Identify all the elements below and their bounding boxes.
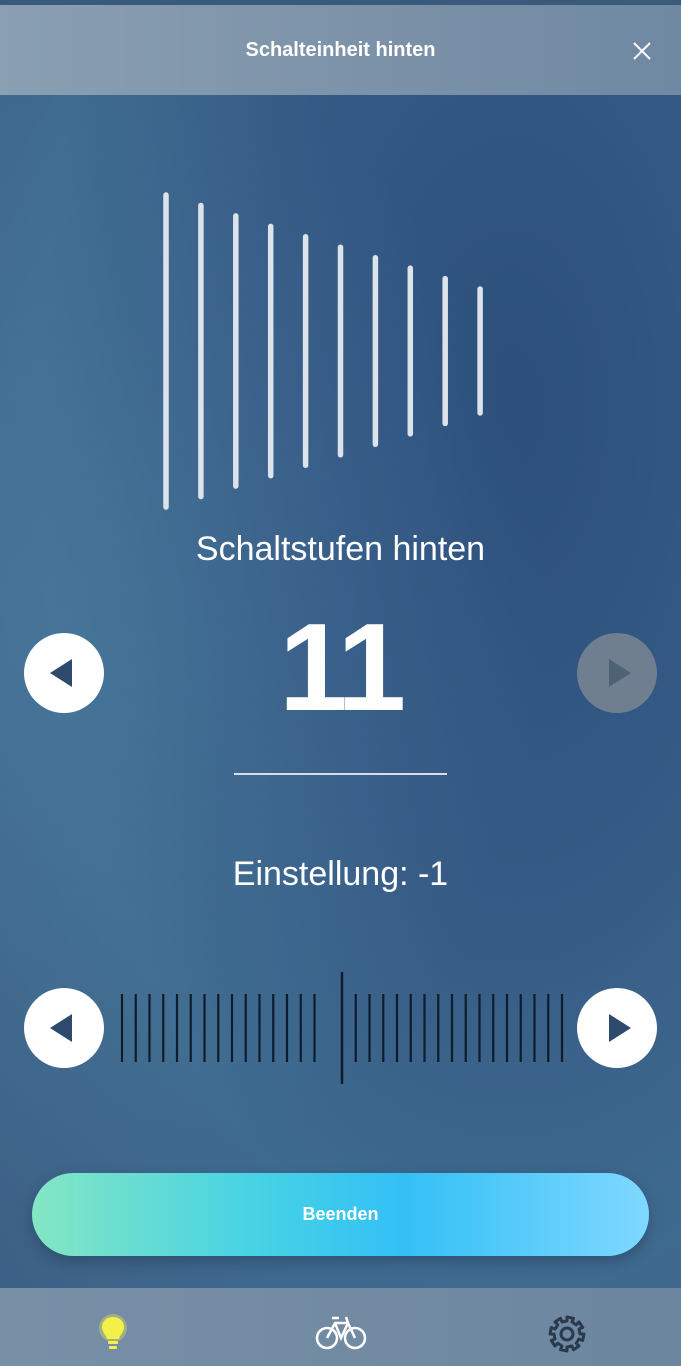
lightbulb-icon <box>99 1314 127 1349</box>
gears-increase-button[interactable] <box>577 633 657 713</box>
gear-indicator <box>163 192 518 510</box>
adjustment-label: Einstellung: -1 <box>232 855 449 893</box>
page-title: Schalteinheit hinten <box>245 39 436 61</box>
adjustment-scale[interactable] <box>112 966 572 1090</box>
close-button[interactable] <box>626 35 658 67</box>
triangle-left-icon <box>50 1014 72 1042</box>
header: Schalteinheit hinten <box>0 5 681 95</box>
bicycle-icon <box>315 1316 367 1350</box>
gears-label: Schaltstufen hinten <box>195 530 486 568</box>
bottom-nav <box>0 1288 681 1366</box>
close-icon <box>633 42 651 60</box>
nav-item-bike[interactable] <box>310 1308 370 1358</box>
adjustment-decrease-button[interactable] <box>24 988 104 1068</box>
finish-button[interactable]: Beenden <box>32 1173 649 1256</box>
nav-item-light[interactable] <box>83 1308 143 1358</box>
nav-item-settings[interactable] <box>537 1308 597 1358</box>
triangle-right-icon <box>609 659 631 687</box>
finish-button-label: Beenden <box>302 1204 379 1224</box>
triangle-right-icon <box>609 1014 631 1042</box>
gear-icon <box>548 1315 586 1353</box>
value-underline <box>234 773 447 775</box>
adjustment-increase-button[interactable] <box>577 988 657 1068</box>
